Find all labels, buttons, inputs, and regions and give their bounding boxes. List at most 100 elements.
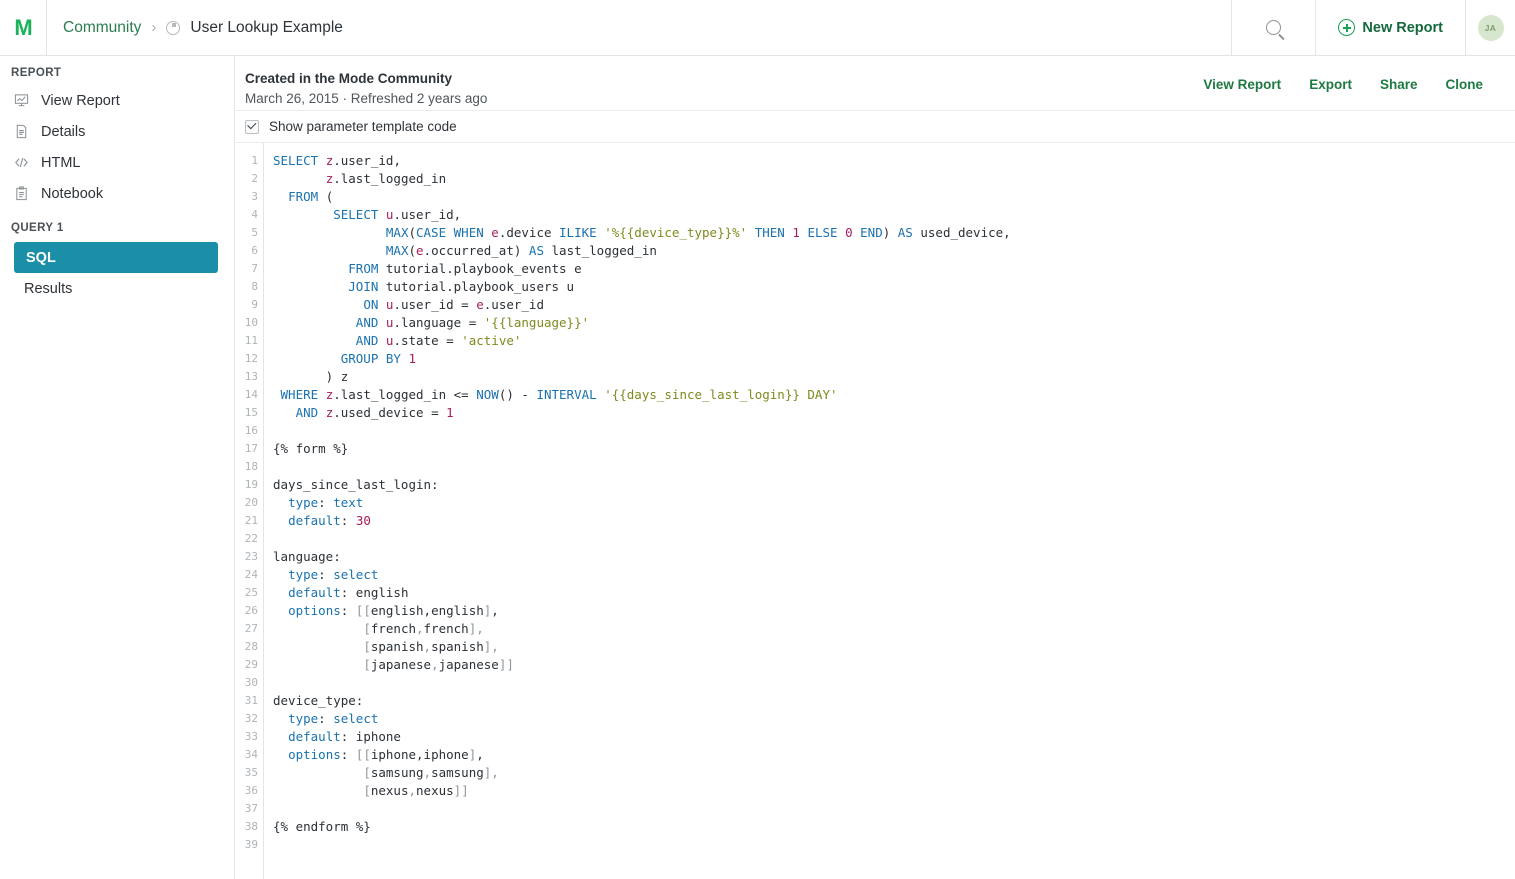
line-number: 5 bbox=[251, 226, 258, 239]
show-parameter-template-label[interactable]: Show parameter template code bbox=[269, 119, 457, 134]
line-number: 20 bbox=[244, 496, 258, 509]
code-line: type: select bbox=[288, 711, 379, 726]
code-line: AND u.state = 'active' bbox=[355, 333, 522, 348]
line-number: 1 bbox=[251, 154, 258, 167]
line-number: 22 bbox=[244, 532, 258, 545]
line-number: 29 bbox=[244, 658, 258, 671]
new-report-label: New Report bbox=[1362, 19, 1443, 36]
code-line: AND u.language = '{{language}}' bbox=[355, 315, 590, 330]
line-number: 28 bbox=[244, 640, 258, 653]
line-number-gutter: 1 2 3 4 5 6 7 8 9 10 11 12 13 14 15 16 1… bbox=[235, 143, 264, 879]
line-number: 17 bbox=[244, 442, 258, 455]
sql-editor[interactable]: 1 2 3 4 5 6 7 8 9 10 11 12 13 14 15 16 1… bbox=[235, 143, 1515, 879]
code-line: [nexus,nexus]] bbox=[363, 783, 469, 798]
clock-icon bbox=[166, 20, 181, 35]
body: REPORT View Report Details HTML Notebook… bbox=[0, 56, 1515, 879]
share-action[interactable]: Share bbox=[1380, 77, 1418, 92]
line-number: 25 bbox=[244, 586, 258, 599]
view-report-action[interactable]: View Report bbox=[1203, 77, 1281, 92]
report-sub-header: Created in the Mode Community March 26, … bbox=[235, 56, 1515, 111]
sidebar-item-label: View Report bbox=[41, 92, 120, 109]
code-line: [japanese,japanese]] bbox=[363, 657, 514, 672]
code-line: FROM tutorial.playbook_events e bbox=[348, 261, 582, 276]
sidebar-section-report: REPORT bbox=[11, 67, 62, 79]
code-line: WHERE z.last_logged_in <= NOW() - INTERV… bbox=[280, 387, 838, 402]
export-action[interactable]: Export bbox=[1309, 77, 1352, 92]
line-number: 24 bbox=[244, 568, 258, 581]
code-line: default: english bbox=[288, 585, 409, 600]
code-line: ON u.user_id = e.user_id bbox=[363, 297, 544, 312]
code-line: options: [[iphone,iphone], bbox=[288, 747, 484, 762]
code-line: type: text bbox=[288, 495, 364, 510]
line-number: 4 bbox=[251, 208, 258, 221]
line-number: 6 bbox=[251, 244, 258, 257]
line-number: 34 bbox=[244, 748, 258, 761]
code-line: {% form %} bbox=[273, 441, 349, 456]
sidebar: REPORT View Report Details HTML Notebook… bbox=[0, 56, 235, 879]
line-number: 21 bbox=[244, 514, 258, 527]
line-number: 11 bbox=[244, 334, 258, 347]
report-timestamp: March 26, 2015 · Refreshed 2 years ago bbox=[245, 90, 488, 106]
line-number: 15 bbox=[244, 406, 258, 419]
main-panel: Created in the Mode Community March 26, … bbox=[235, 56, 1515, 879]
plus-circle-icon bbox=[1338, 19, 1356, 36]
code-line: [french,french], bbox=[363, 621, 484, 636]
line-number: 9 bbox=[251, 298, 258, 311]
code-line: options: [[english,english], bbox=[288, 603, 499, 618]
code-line: MAX(CASE WHEN e.device ILIKE '%{{device_… bbox=[385, 225, 1011, 240]
line-number: 27 bbox=[244, 622, 258, 635]
line-number: 38 bbox=[244, 820, 258, 833]
breadcrumb-parent-link[interactable]: Community bbox=[63, 19, 141, 37]
line-number: 2 bbox=[251, 172, 258, 185]
sidebar-item-sql[interactable]: SQL bbox=[14, 242, 218, 273]
code-line: z.last_logged_in bbox=[325, 171, 447, 186]
top-header: M Community › User Lookup Example New Re… bbox=[0, 0, 1515, 56]
app-logo[interactable]: M bbox=[0, 0, 47, 55]
user-menu-button[interactable]: JA bbox=[1465, 0, 1515, 55]
line-number: 12 bbox=[244, 352, 258, 365]
code-line: SELECT z.user_id, bbox=[273, 153, 401, 168]
notebook-icon bbox=[14, 186, 29, 201]
line-number: 16 bbox=[244, 424, 258, 437]
search-button[interactable] bbox=[1231, 0, 1315, 55]
line-number: 26 bbox=[244, 604, 258, 617]
report-meta-block: Created in the Mode Community March 26, … bbox=[245, 69, 487, 109]
line-number: 13 bbox=[244, 370, 258, 383]
code-line: [samsung,samsung], bbox=[363, 765, 499, 780]
sidebar-item-html[interactable]: HTML bbox=[0, 147, 234, 178]
sidebar-item-results[interactable]: Results bbox=[0, 273, 234, 304]
code-line: {% endform %} bbox=[273, 819, 371, 834]
avatar: JA bbox=[1477, 14, 1504, 41]
line-number: 19 bbox=[244, 478, 258, 491]
show-parameter-template-checkbox[interactable] bbox=[245, 119, 259, 134]
sidebar-item-label: Notebook bbox=[41, 185, 104, 202]
sql-code-area[interactable]: SELECT z.user_id, z.last_logged_in FROM … bbox=[264, 143, 1515, 879]
code-line: FROM ( bbox=[288, 189, 334, 204]
code-line: [spanish,spanish], bbox=[363, 639, 499, 654]
new-report-button[interactable]: New Report bbox=[1315, 0, 1465, 55]
line-number: 18 bbox=[244, 460, 258, 473]
line-number: 3 bbox=[251, 190, 258, 203]
clone-action[interactable]: Clone bbox=[1445, 77, 1483, 92]
sidebar-item-details[interactable]: Details bbox=[0, 116, 234, 147]
code-line: ) z bbox=[273, 369, 349, 384]
line-number: 39 bbox=[244, 838, 258, 851]
chart-report-icon bbox=[14, 93, 29, 108]
code-line: JOIN tutorial.playbook_users u bbox=[348, 279, 575, 294]
search-icon bbox=[1266, 20, 1282, 35]
code-line: default: iphone bbox=[288, 729, 401, 744]
chevron-right-icon: › bbox=[151, 19, 157, 36]
sidebar-item-notebook[interactable]: Notebook bbox=[0, 178, 234, 209]
line-number: 32 bbox=[244, 712, 258, 725]
code-line: SELECT u.user_id, bbox=[333, 207, 462, 222]
line-number: 37 bbox=[244, 802, 258, 815]
sidebar-item-view-report[interactable]: View Report bbox=[0, 85, 234, 116]
code-line: days_since_last_login: bbox=[273, 477, 439, 492]
line-number: 23 bbox=[244, 550, 258, 563]
line-number: 14 bbox=[244, 388, 258, 401]
